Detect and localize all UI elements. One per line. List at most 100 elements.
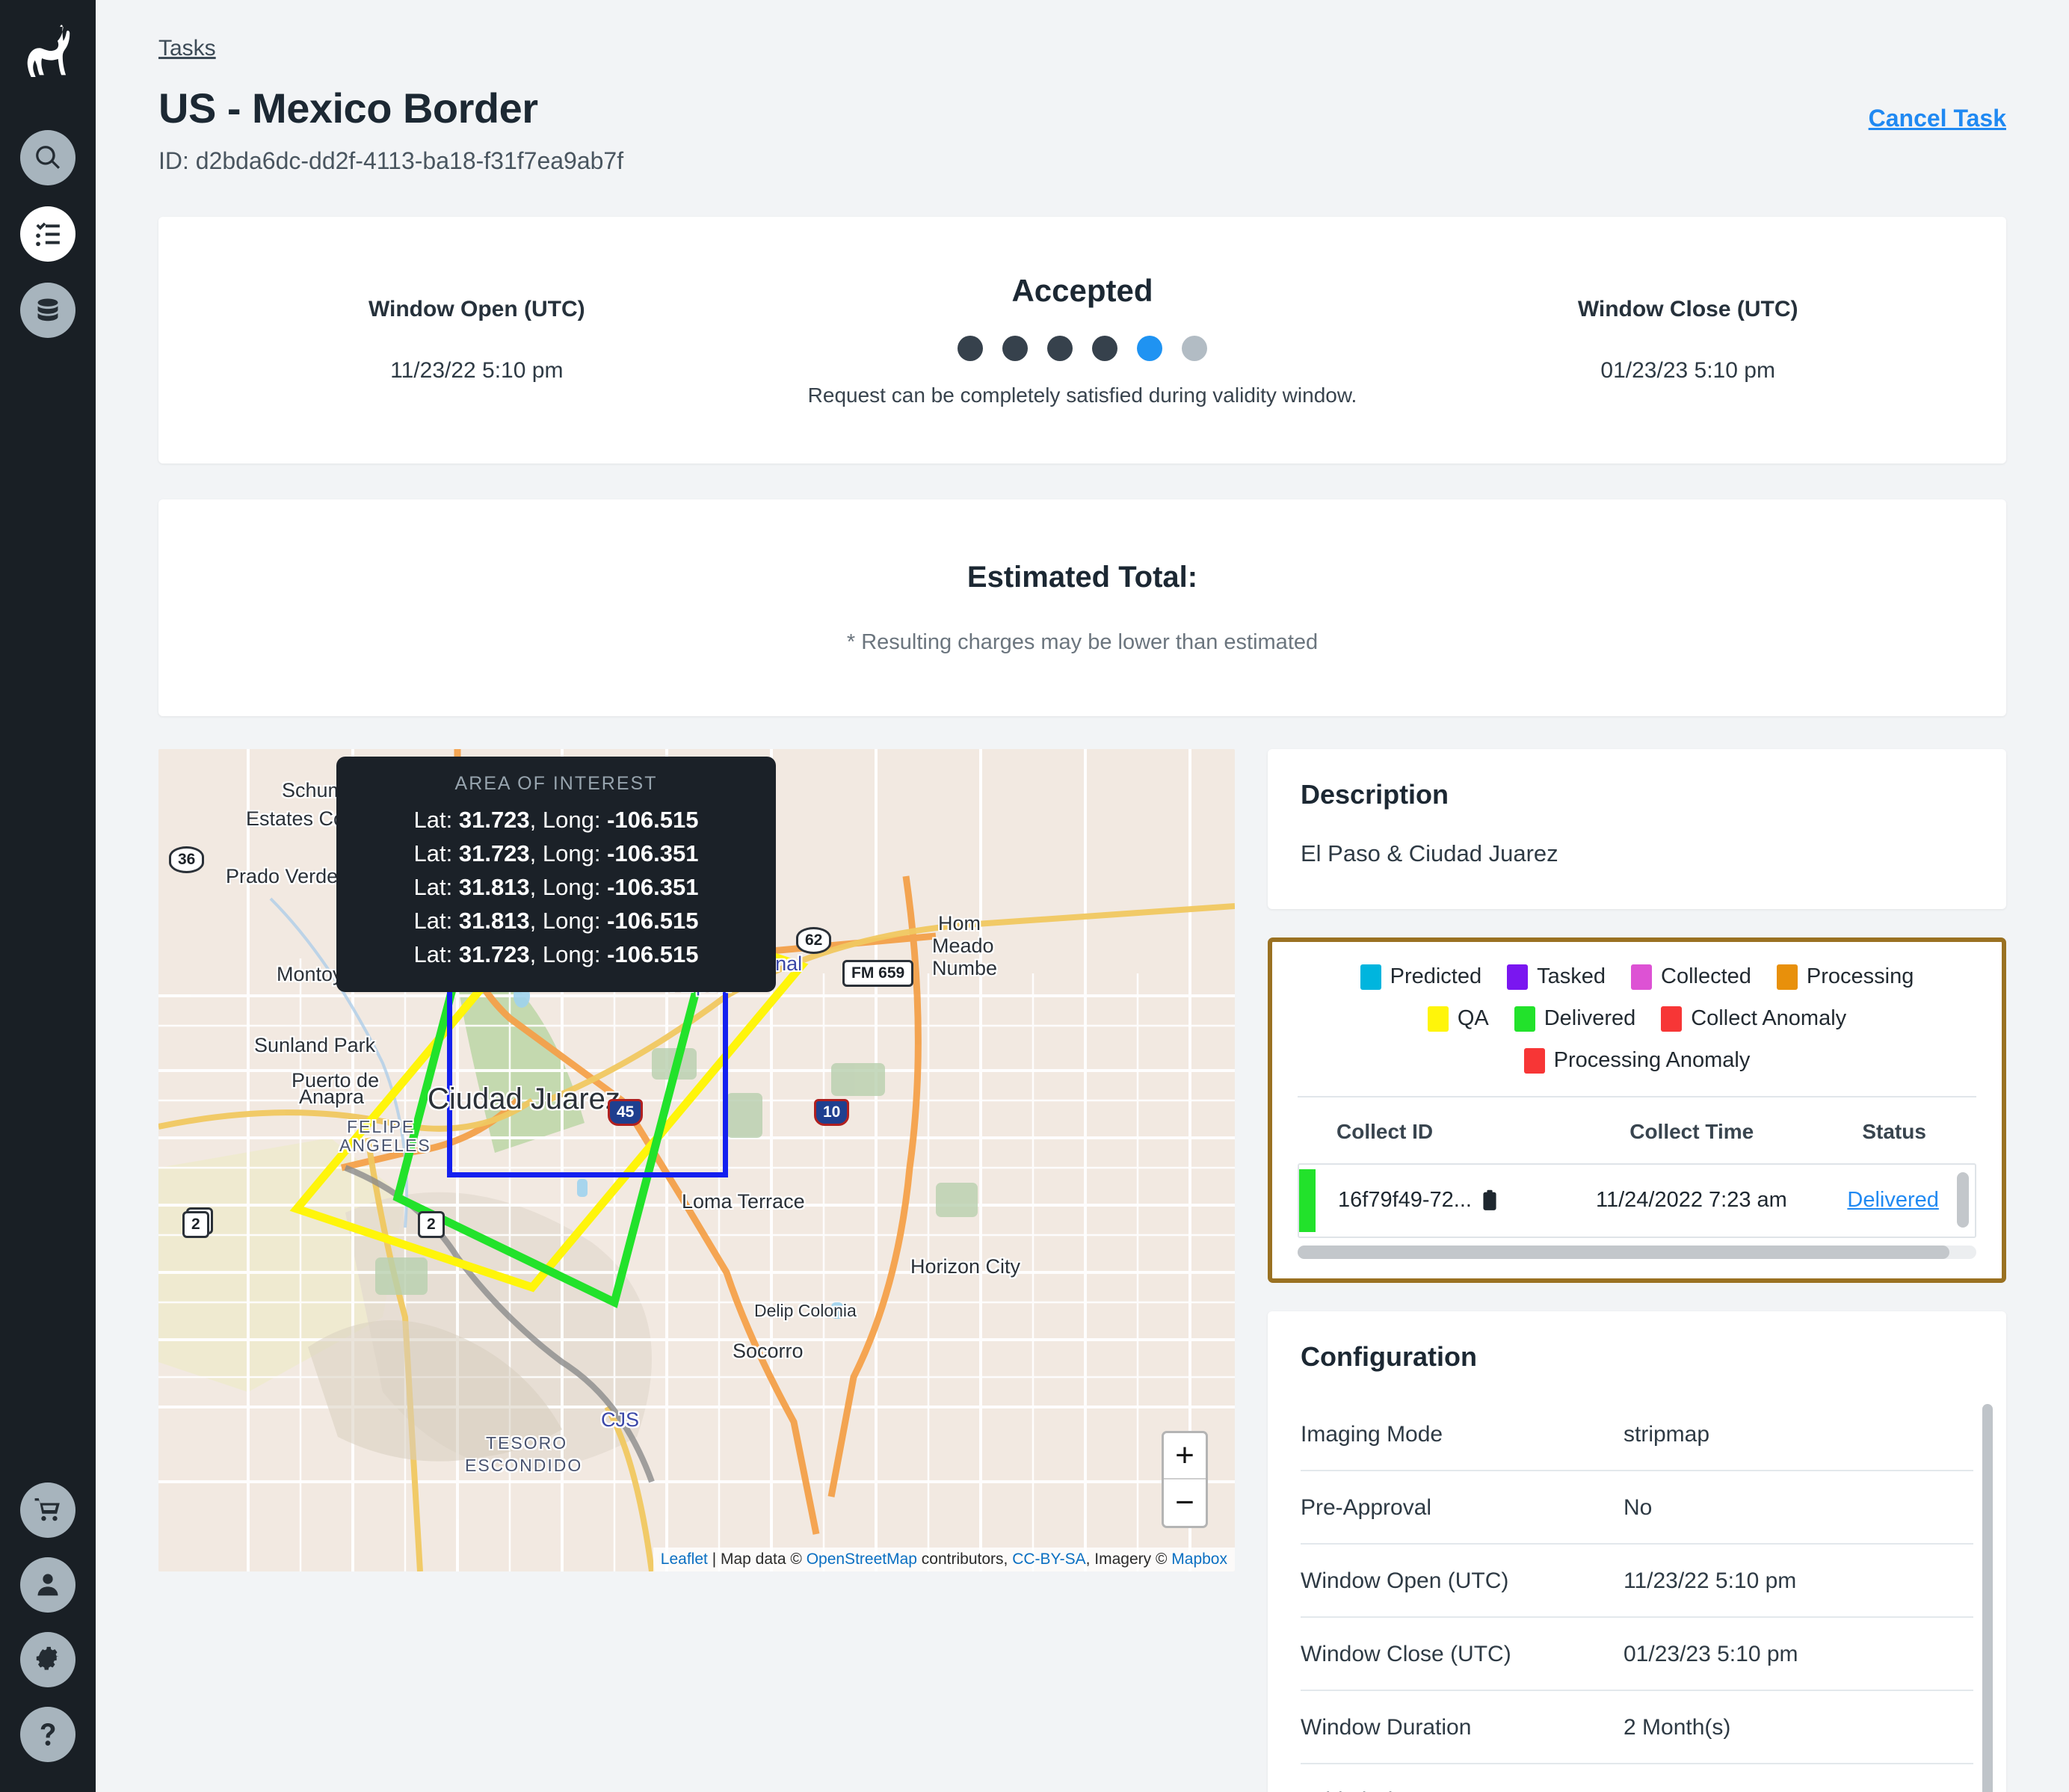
openstreetmap-link[interactable]: OpenStreetMap [807,1551,917,1568]
status-dot-4 [1091,335,1117,361]
map-zoom-in-button[interactable]: + [1164,1433,1206,1480]
collects-hscroll-thumb[interactable] [1298,1245,1949,1259]
leaflet-link[interactable]: Leaflet [661,1551,708,1568]
collect-id-text: 16f79f49-72... [1338,1188,1472,1213]
legend-swatch [1507,964,1529,990]
attrib-imagery: , Imagery © [1085,1550,1172,1568]
sidebar-item-search[interactable] [20,130,75,185]
configuration-key: Window Close (UTC) [1301,1616,1624,1691]
legend-label: Tasked [1537,964,1606,989]
question-mark-icon [40,1722,55,1746]
configuration-title: Configuration [1301,1340,1477,1372]
app-root: Tasks US - Mexico Border ID: d2bda6dc-dd… [0,0,2069,1792]
page-header-row: US - Mexico Border ID: d2bda6dc-dd2f-411… [158,84,2006,175]
status-card: Window Open (UTC) 11/23/22 5:10 pm Accep… [158,216,2006,464]
collects-vertical-scrollbar[interactable] [1957,1171,1969,1228]
main-content: Tasks US - Mexico Border ID: d2bda6dc-dd… [96,0,2069,1792]
legend-item: Collected [1631,964,1751,990]
status-dot-6 [1181,335,1207,361]
legend-swatch [1360,964,1381,990]
attrib-mid: contributors, [916,1550,1013,1568]
configuration-key: Imaging Mode [1301,1397,1624,1471]
configuration-row: Window Open (UTC) 11/23/22 5:10 pm [1301,1543,1973,1618]
configuration-key: Pre-Approval [1301,1470,1624,1545]
col-status: Status [1862,1119,1926,1143]
legend-swatch [1514,1006,1535,1032]
legend-label: Delivered [1544,1006,1636,1031]
configuration-value: No [1624,1470,1973,1545]
left-sidebar [0,0,96,1792]
aoi-coordinate-line: Lat: 31.723, Long: -106.515 [413,940,699,967]
window-open-value: 11/23/22 5:10 pm [390,357,564,383]
cancel-task-link[interactable]: Cancel Task [1869,105,2006,132]
copy-icon[interactable] [1482,1189,1497,1212]
sidebar-item-tasks[interactable] [20,206,75,262]
col-collect-id: Collect ID [1336,1119,1434,1143]
sidebar-item-cart[interactable] [20,1482,75,1538]
search-icon [36,146,60,169]
legend-item: Processing [1776,964,1914,990]
configuration-row: Window Duration 2 Month(s) [1301,1690,1973,1764]
collect-legend-row-2: QA Delivered Collect Anomaly [1298,1006,1976,1032]
shopping-cart-icon [34,1498,60,1521]
aoi-coordinate-line: Lat: 31.723, Long: -106.351 [413,840,699,866]
sidebar-item-help[interactable] [20,1707,75,1762]
legend-swatch [1631,964,1653,990]
map-attribution: Leaflet | Map data © OpenStreetMap contr… [653,1547,1235,1571]
configuration-row: Orbital Plane- [1301,1763,1973,1792]
configuration-value: 11/23/22 5:10 pm [1624,1543,1973,1618]
collects-table-body: 16f79f49-72... 11/24/2022 7:23 am Delivere… [1298,1163,1976,1238]
status-dot-1 [957,335,983,361]
legend-label: Predicted [1390,964,1482,989]
collect-legend-row-1: Predicted Tasked Collected Processing [1298,964,1976,990]
description-title: Description [1301,778,1449,810]
mapbox-link[interactable]: Mapbox [1171,1551,1227,1568]
task-list-icon [36,222,60,247]
license-link[interactable]: CC-BY-SA [1012,1551,1085,1568]
legend-item: Predicted [1360,964,1482,990]
collect-time-cell: 11/24/2022 7:23 am [1595,1188,1787,1213]
legend-swatch [1427,1006,1449,1032]
estimated-total-note: * Resulting charges may be lower than es… [846,629,1319,654]
configuration-scrollbar[interactable] [1982,1403,1993,1792]
aoi-tooltip-title: AREA OF INTEREST [454,772,658,794]
legend-item: Tasked [1507,964,1606,990]
configuration-key: Window Duration [1301,1690,1624,1764]
sidebar-item-account[interactable] [20,1557,75,1613]
sidebar-item-settings[interactable] [20,1632,75,1687]
status-progress-block: Accepted Request can be completely satis… [765,273,1400,407]
status-step-dots [765,335,1400,361]
map-zoom-control[interactable]: + − [1162,1430,1208,1528]
map-zoom-out-button[interactable]: − [1164,1480,1206,1526]
status-dot-2 [1002,335,1028,361]
configuration-value: 2 Month(s) [1624,1690,1973,1764]
configuration-row: Window Close (UTC) 01/23/23 5:10 pm [1301,1616,1973,1691]
description-card: Description El Paso & Ciudad Juarez [1268,748,2006,909]
aoi-coordinate-line: Lat: 31.813, Long: -106.515 [413,907,699,934]
status-dot-5 [1136,335,1162,361]
attrib-sep1: | Map data © [707,1550,807,1568]
breadcrumb-tasks[interactable]: Tasks [158,36,216,61]
collect-status-link[interactable]: Delivered [1811,1188,1975,1213]
aoi-coordinate-line: Lat: 31.723, Long: -106.515 [413,806,699,833]
collects-horizontal-scrollbar[interactable] [1298,1245,1976,1259]
legend-label: Processing Anomaly [1553,1048,1751,1073]
lower-region: AREA OF INTEREST Lat: 31.723, Long: -106… [158,748,2006,1792]
sidebar-item-data[interactable] [20,283,75,338]
configuration-value: stripmap [1624,1397,1973,1471]
configuration-value: 01/23/23 5:10 pm [1624,1616,1973,1691]
legend-item: Delivered [1514,1006,1636,1032]
collect-legend-row-3: Processing Anomaly [1298,1047,1976,1074]
sidebar-bottom-group [20,1482,75,1762]
ibex-logo [16,19,80,88]
configuration-value: - [1624,1763,1973,1792]
map-panel[interactable]: AREA OF INTEREST Lat: 31.723, Long: -106… [158,748,1235,1571]
table-row[interactable]: 16f79f49-72... 11/24/2022 7:23 am Delivere… [1299,1165,1975,1237]
database-icon [37,298,58,321]
estimated-total-card: Estimated Total: * Resulting charges may… [158,499,2006,716]
page-title-group: US - Mexico Border ID: d2bda6dc-dd2f-411… [158,84,624,175]
window-close-value: 01/23/23 5:10 pm [1600,357,1775,383]
collects-table-header: Collect ID Collect Time Status [1298,1097,1976,1163]
task-id: ID: d2bda6dc-dd2f-4113-ba18-f31f7ea9ab7f [158,147,624,174]
page-title: US - Mexico Border [158,84,538,132]
